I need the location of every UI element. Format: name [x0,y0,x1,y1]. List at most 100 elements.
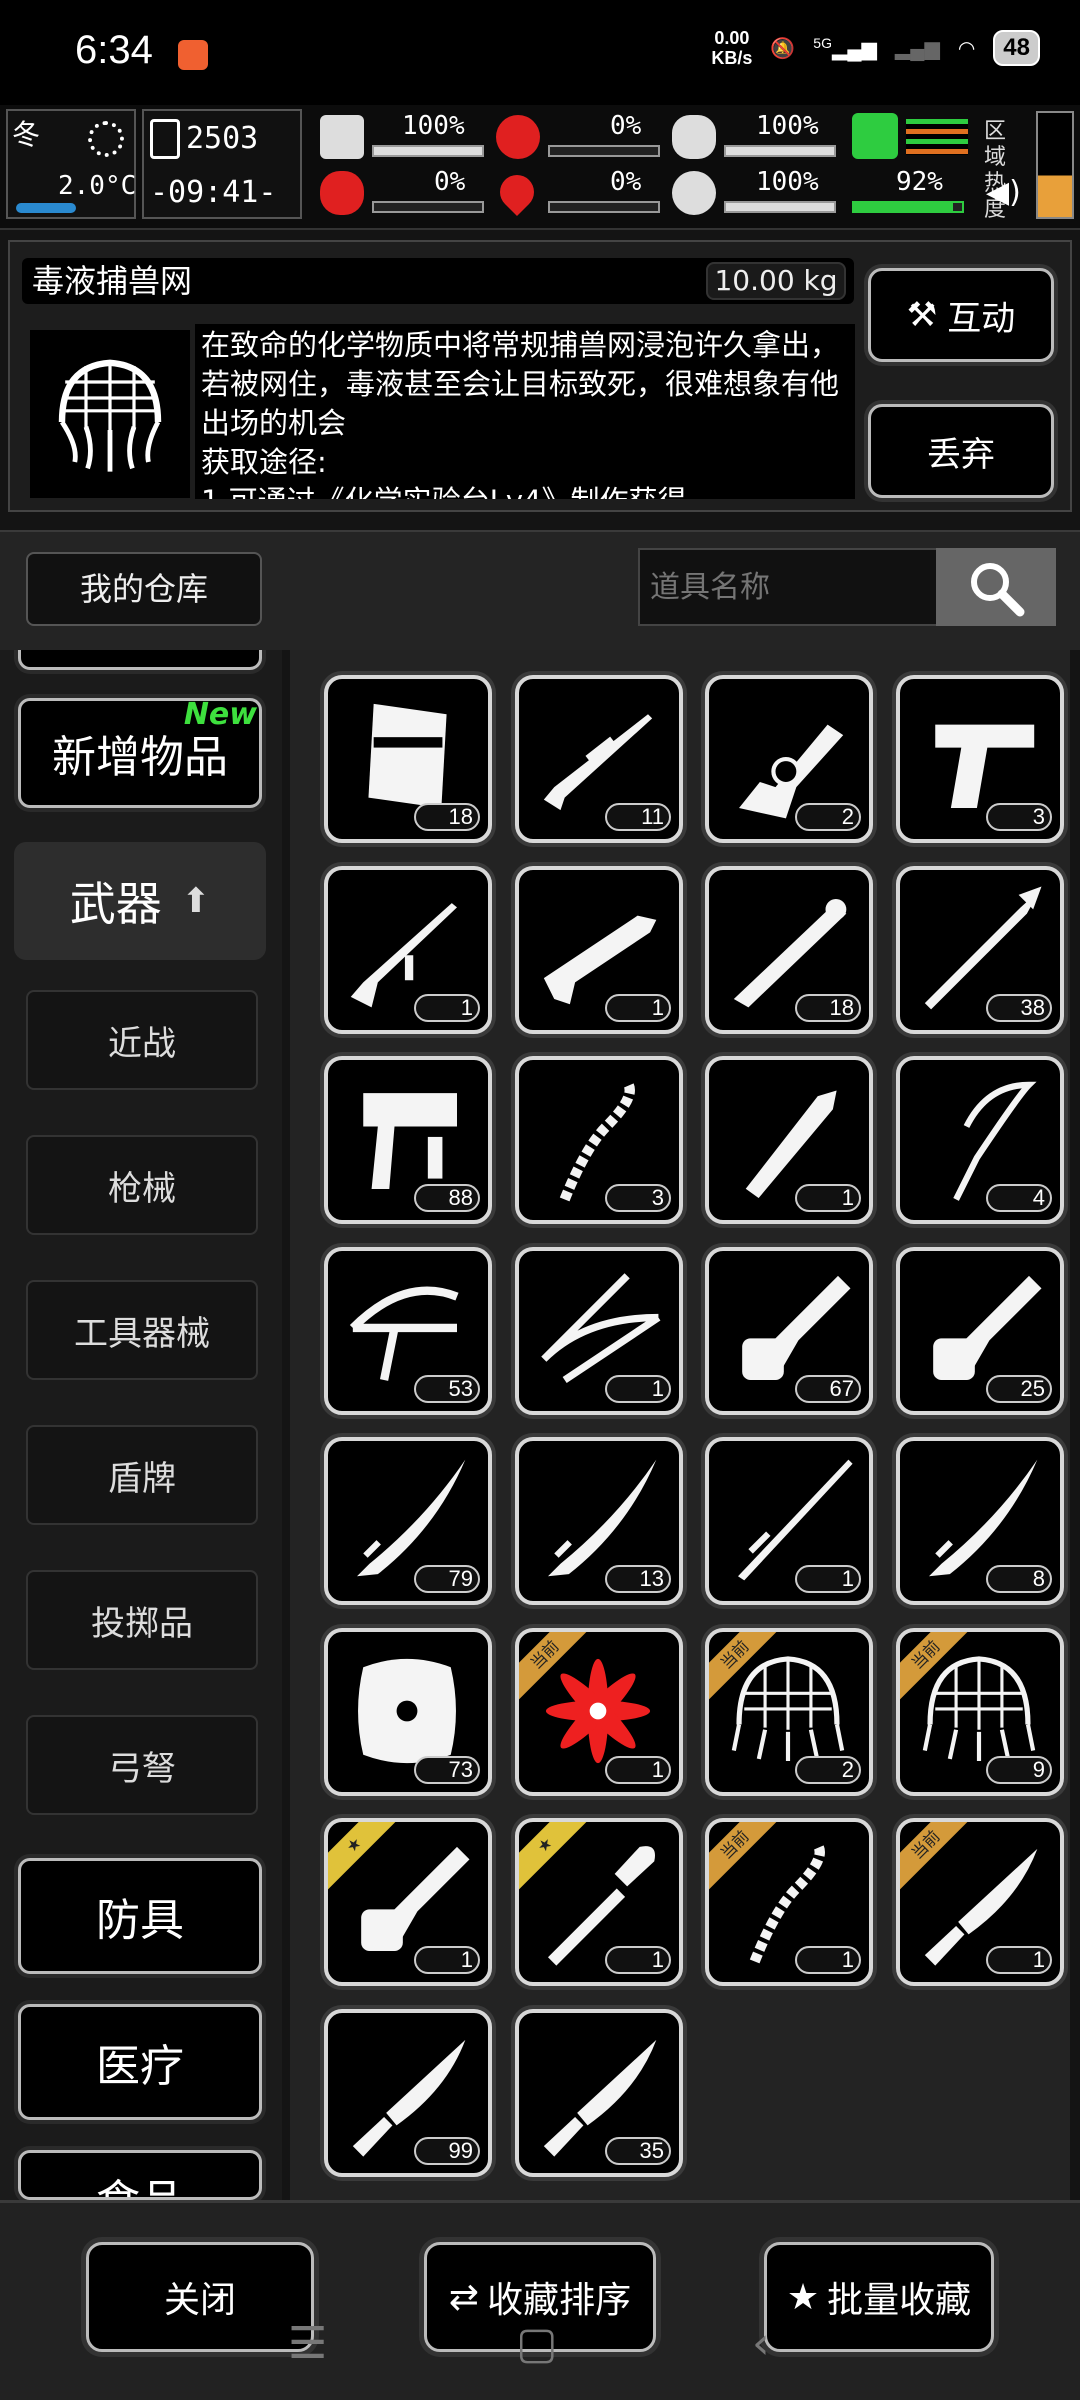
item-slot[interactable]: 1 ★ [324,1818,492,1986]
item-slot[interactable]: 4 [896,1056,1064,1224]
item-slot[interactable]: 9 当前 [896,1628,1064,1796]
stomach-icon [496,115,540,159]
item-slot[interactable]: 2 [705,675,873,843]
category-armor[interactable]: 防具 [18,1858,262,1974]
category-new-items[interactable]: 新增物品 New [18,697,262,808]
item-count: 18 [795,994,861,1022]
survival-hud: 冬 2.0°C 2503 -09:41- 100% 0% 100% 0% 0% … [0,105,1080,230]
item-count: 3 [986,803,1052,831]
item-count: 67 [795,1375,861,1403]
item-slot[interactable]: 8 [896,1437,1064,1605]
item-slot[interactable]: 53 [324,1247,492,1415]
blood-pct: 0% [610,167,642,197]
source-text: 1.可通过《化学实验台Lv4》制作获得 [201,482,849,499]
item-slot[interactable]: 3 [896,675,1064,843]
water-bar [724,145,836,157]
item-slot[interactable]: 25 [896,1247,1064,1415]
item-slot[interactable]: 99 [324,2009,492,2177]
item-count: 2 [795,803,861,831]
item-slot[interactable]: 1 当前 [896,1818,1064,1986]
item-count: 2 [795,1756,861,1784]
thermometer-icon [16,203,76,213]
subcat-throwables[interactable]: 投掷品 [26,1570,258,1670]
medkit-icon [320,115,364,159]
item-slot[interactable]: 38 [896,866,1064,1034]
venom-net-graphic [58,359,162,472]
item-count: 1 [605,1756,671,1784]
item-slot[interactable]: 79 [324,1437,492,1605]
health-pct: 100% [402,111,465,141]
nav-menu-icon[interactable]: ☰ [288,2318,327,2369]
item-count: 3 [605,1184,671,1212]
item-weight: 10.00 kg [706,262,846,300]
item-slot[interactable]: 1 当前 [515,1628,683,1796]
item-slot[interactable]: 1 [705,1437,873,1605]
weapon-label: 武器 [69,877,162,931]
heart-pct: 100% [756,167,819,197]
item-slot[interactable]: 73 [324,1628,492,1796]
food-label: 食品 [96,2165,184,2197]
item-slot[interactable]: 1 [705,1056,873,1224]
signal-5g-icon: 5G▂▄▆ [813,34,877,61]
net-speed-value: 0.00 [714,28,750,48]
item-count: 1 [795,1184,861,1212]
category-weapon[interactable]: 武器 ⬆ [14,842,266,960]
item-count: 35 [605,2137,671,2165]
category-food-partial[interactable]: 食品 [18,2150,262,2200]
item-slot[interactable]: 35 [515,2009,683,2177]
item-slot[interactable]: 1 当前 [705,1818,873,1986]
item-slot[interactable]: 1 [515,1247,683,1415]
subcat-firearms[interactable]: 枪械 [26,1135,258,1235]
item-count: 25 [986,1375,1052,1403]
item-slot[interactable]: 18 [324,675,492,843]
item-count: 53 [414,1375,480,1403]
subcat-bows[interactable]: 弓弩 [26,1715,258,1815]
discard-button[interactable]: 丢弃 [868,404,1054,498]
category-medical[interactable]: 医疗 [18,2004,262,2120]
item-count: 1 [986,1946,1052,1974]
nav-home-icon[interactable]: ▢ [516,2318,558,2369]
item-slot[interactable]: 3 [515,1056,683,1224]
item-count: 11 [605,803,671,831]
region-heat-meter [1036,111,1074,219]
item-slot[interactable]: 2 当前 [705,1628,873,1796]
search-icon [971,563,1025,617]
interact-button[interactable]: ⚒ 互动 [868,268,1054,362]
status-bar: 6:34 0.00 KB/s 🔕 5G▂▄▆ ▂▄▆ ◠ 48 [0,0,1080,105]
game-clock: -09:41- [150,175,277,210]
item-grid[interactable]: 18 11 2 3 1 1 18 38 88 3 1 4 53 1 67 25 79 13 1 8 73 1 当前 2 当前 9 当… [290,650,1070,2200]
item-slot[interactable]: 13 [515,1437,683,1605]
close-button[interactable]: 关闭 [86,2242,314,2352]
item-slot[interactable]: 18 [705,866,873,1034]
subcat-shields[interactable]: 盾牌 [26,1425,258,1525]
stamina-stripes-icon [906,119,968,155]
item-count: 18 [414,803,480,831]
heart-bar-fill [726,203,834,211]
stomach-pct: 0% [610,111,642,141]
item-slot[interactable]: 1 ★ [515,1818,683,1986]
category-partial-top[interactable] [18,650,262,670]
nav-back-icon[interactable]: ‹ [752,2318,770,2369]
discard-label: 丢弃 [927,434,995,475]
item-slot[interactable]: 1 [324,866,492,1034]
my-warehouse-button[interactable]: 我的仓库 [26,552,262,626]
water-bar-fill [726,147,834,155]
swap-arrows-icon: ⇄ [448,2276,480,2318]
speaker-icon[interactable]: ◀) [986,175,1021,210]
subcat-tools[interactable]: 工具器械 [26,1280,258,1380]
item-slot[interactable]: 11 [515,675,683,843]
water-pct: 100% [756,111,819,141]
search-input[interactable] [638,548,938,626]
item-slot[interactable]: 88 [324,1056,492,1224]
brain-icon [320,171,364,215]
item-count: 9 [986,1756,1052,1784]
item-slot[interactable]: 67 [705,1247,873,1415]
day-counter: 2503 [186,121,259,156]
item-count: 1 [795,1565,861,1593]
item-slot[interactable]: 1 [515,866,683,1034]
clock-time: 6:34 [75,28,153,72]
search-button[interactable] [936,548,1056,626]
health-bar [372,145,484,157]
subcat-melee[interactable]: 近战 [26,990,258,1090]
batch-favorite-button[interactable]: ★ 批量收藏 [764,2242,994,2352]
